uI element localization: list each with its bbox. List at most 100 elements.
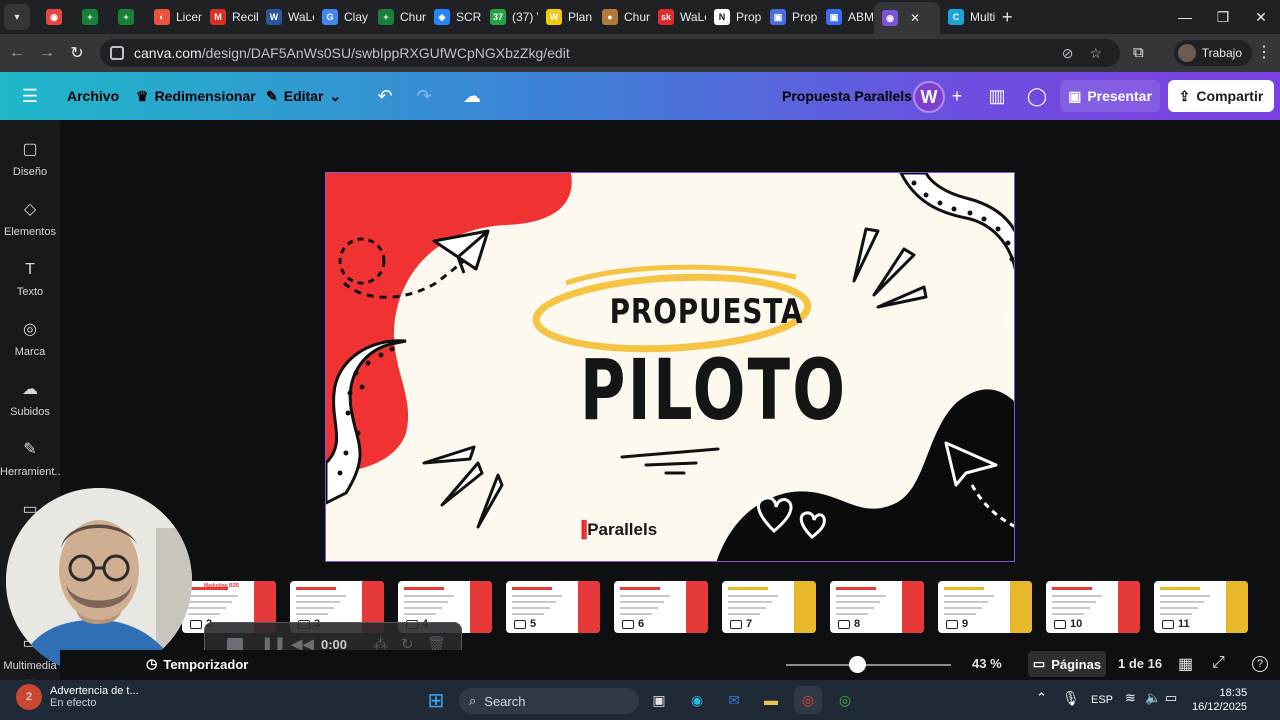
browser-tab[interactable]: ◆ SCRU	[426, 3, 482, 31]
webcam-bubble[interactable]	[6, 488, 192, 674]
restore-icon[interactable]: ❐	[1204, 0, 1242, 34]
browser-tab[interactable]: G Clay I	[314, 3, 370, 31]
browser-tab[interactable]: 37 (37) V	[482, 3, 538, 31]
taskbar-search-box[interactable]: ⌕ Search	[459, 688, 639, 714]
page-thumbnail[interactable]: 6	[614, 581, 708, 633]
browser-tab[interactable]: ● Churn	[594, 3, 650, 31]
tray-overflow-icon[interactable]: ⌃	[1036, 690, 1047, 706]
page-thumbnail[interactable]: 11	[1154, 581, 1248, 633]
browser-tab[interactable]: + Churn	[370, 3, 426, 31]
redo-icon[interactable]: ↷	[413, 72, 435, 120]
tab-label: Clay I	[344, 10, 370, 24]
rail-item-1[interactable]: ▢ Diseño	[0, 140, 60, 178]
thumb-header-bar	[944, 587, 984, 590]
forward-icon[interactable]: →	[32, 44, 62, 62]
volume-icon[interactable]: 🔈	[1145, 690, 1161, 706]
timer-button[interactable]: ◷ Temporizador	[146, 656, 248, 672]
browser-tab[interactable]: C Multi	[940, 3, 996, 31]
microphone-icon[interactable]: 🎙	[1062, 690, 1080, 707]
insights-chart-icon[interactable]: ▥	[986, 72, 1008, 120]
reload-icon[interactable]: ↻	[62, 43, 92, 63]
fullscreen-icon[interactable]: ⤢	[1212, 654, 1225, 672]
zoom-level[interactable]: 43 %	[972, 656, 1002, 671]
browser-tab[interactable]: W Plan I	[538, 3, 594, 31]
hamburger-menu-icon[interactable]: ☰	[18, 72, 42, 120]
file-menu[interactable]: Archivo	[67, 72, 119, 120]
wifi-icon[interactable]: ≋	[1125, 690, 1136, 706]
task-view-icon[interactable]: ▣	[645, 686, 673, 714]
edge-icon[interactable]: ◉	[683, 686, 711, 714]
grid-view-icon[interactable]: ▦	[1178, 654, 1193, 674]
slide-brand-logo[interactable]: || Parallels	[580, 518, 657, 541]
browser-tab[interactable]: sk WaLe	[650, 3, 706, 31]
language-indicator[interactable]: ESP	[1091, 694, 1113, 706]
tab-label: ABM	[848, 10, 874, 24]
present-button[interactable]: ▣ Presentar	[1060, 80, 1160, 112]
page-thumbnail[interactable]: 9	[938, 581, 1032, 633]
help-icon[interactable]: ?	[1252, 656, 1268, 672]
browser-tab[interactable]: ▣ Propu	[762, 3, 818, 31]
design-title[interactable]: Propuesta Parallels	[782, 72, 912, 120]
share-button[interactable]: ⇪ Compartir	[1168, 80, 1274, 112]
thumb-text-line	[620, 607, 658, 609]
minimize-icon[interactable]: —	[1166, 0, 1204, 34]
page-thumbnail[interactable]: 7	[722, 581, 816, 633]
thumb-text-line	[836, 601, 880, 603]
page-thumbnail[interactable]: 5	[506, 581, 600, 633]
undo-icon[interactable]: ↶	[374, 72, 396, 120]
slide-title-line1[interactable]: PROPUESTA	[610, 292, 803, 332]
zoom-slider-handle[interactable]	[848, 656, 866, 673]
browser-tab[interactable]: M Recib	[202, 3, 258, 31]
file-explorer-icon[interactable]: ▬	[757, 686, 785, 714]
chrome-icon[interactable]: ◎	[794, 686, 822, 714]
resize-button[interactable]: ♛ Redimensionar	[136, 72, 256, 120]
collaborator-avatar[interactable]: W	[913, 81, 945, 113]
rail-item-5[interactable]: ☁ Subidos	[0, 380, 60, 418]
add-collaborator-icon[interactable]: +	[948, 72, 966, 120]
browser-tab[interactable]: N Propu	[706, 3, 762, 31]
tab-close-icon[interactable]: ✕	[910, 11, 920, 25]
site-info-icon[interactable]	[110, 46, 124, 60]
page-thumbnail[interactable]: 8	[830, 581, 924, 633]
browser-tab[interactable]: ◉ ✕	[874, 2, 940, 34]
taskbar-clock[interactable]: 18:35 16/12/2025	[1192, 686, 1247, 714]
battery-icon[interactable]: ▭	[1165, 690, 1177, 706]
extensions-icon[interactable]: ⧉	[1133, 44, 1144, 61]
pages-button[interactable]: ▭ Páginas	[1028, 651, 1106, 677]
edit-menu[interactable]: ✎ Editar ⌄	[266, 72, 341, 120]
profile-chip[interactable]: Trabajo	[1173, 40, 1252, 66]
browser-tab[interactable]: ◐ Licen	[146, 3, 202, 31]
tab-favicon-icon: G	[322, 9, 338, 25]
tab-label: SCRU	[456, 10, 482, 24]
outlook-icon[interactable]: ✉	[720, 686, 748, 714]
browser-menu-icon[interactable]: ⋮	[1256, 42, 1272, 62]
bookmark-star-icon[interactable]: ☆	[1089, 45, 1102, 62]
rail-icon: ✎	[23, 441, 37, 458]
rail-item-6[interactable]: ✎ Herramient...	[0, 440, 64, 478]
close-window-icon[interactable]: ✕	[1242, 0, 1280, 34]
zoom-slider-track[interactable]	[786, 664, 951, 666]
browser-tab[interactable]: +	[74, 3, 110, 31]
browser-tab[interactable]: ▣ ABM	[818, 3, 874, 31]
new-tab-button[interactable]: +	[1002, 7, 1013, 28]
browser-tab[interactable]: W WaLe	[258, 3, 314, 31]
browser-tab[interactable]: ◉	[38, 3, 74, 31]
cloud-saved-icon[interactable]: ☁	[460, 72, 484, 120]
weather-alert-widget[interactable]: 2 Advertencia de t... En efecto	[16, 684, 139, 710]
slide-title-line2[interactable]: PILOTO	[580, 345, 845, 435]
rail-label: Elementos	[4, 226, 56, 238]
thumb-text-line	[836, 595, 886, 597]
tab-search-button[interactable]: ▾	[4, 4, 30, 30]
eye-off-icon[interactable]: ⊘	[1062, 45, 1074, 62]
rail-item-3[interactable]: T Texto	[0, 260, 60, 298]
page-thumbnail[interactable]: 10	[1046, 581, 1140, 633]
rail-item-4[interactable]: ◎ Marca	[0, 320, 60, 358]
window-controls: — ❐ ✕	[1166, 0, 1280, 34]
chrome-alt-icon[interactable]: ◎	[831, 686, 859, 714]
back-icon[interactable]: ←	[2, 44, 32, 62]
browser-tab[interactable]: +	[110, 3, 146, 31]
windows-start-icon[interactable]: ⊞	[422, 686, 450, 714]
address-bar[interactable]: canva.com/design/DAF5AnWs0SU/swbIppRXGUf…	[100, 39, 1120, 67]
rail-item-2[interactable]: ◇ Elementos	[0, 200, 60, 238]
comment-icon[interactable]: ◯	[1026, 72, 1048, 120]
